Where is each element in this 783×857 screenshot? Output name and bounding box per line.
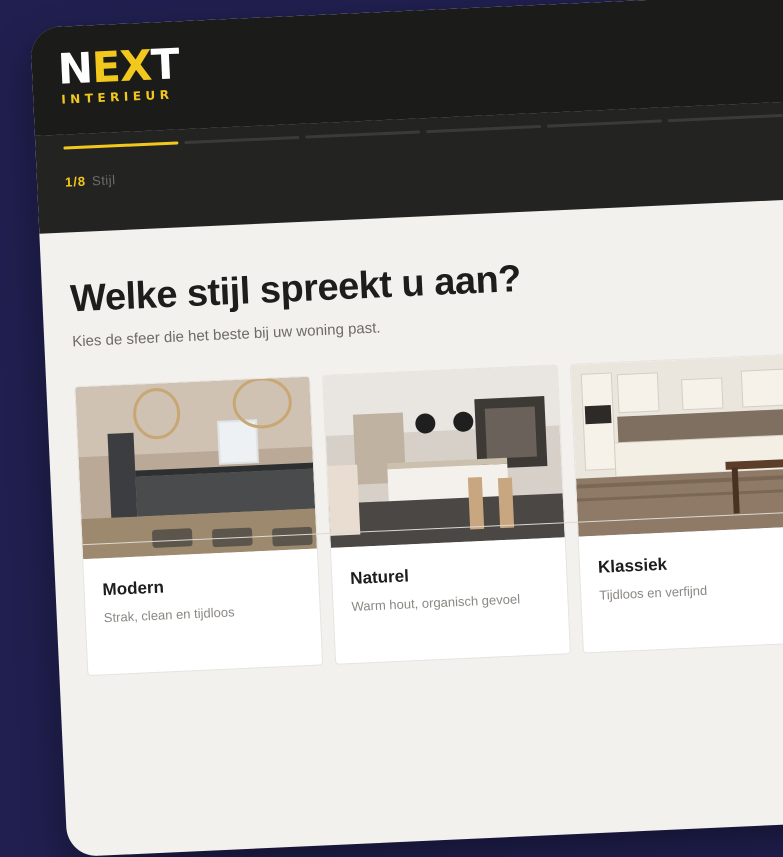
main-content: Welke stijl spreekt u aan? Kies de sfeer… (39, 199, 783, 677)
klassiek-kitchen-photo (570, 354, 783, 537)
logo-wordmark: NEXT (56, 39, 180, 94)
style-options: Modern Strak, clean en tijdloos Naturel … (74, 353, 783, 677)
step-name: Stijl (91, 172, 116, 189)
style-card-naturel[interactable]: Naturel Warm hout, organisch gevoel (322, 364, 571, 665)
brand-logo[interactable]: NEXT INTERIEUR (56, 39, 180, 106)
app-window: NEXT INTERIEUR 1/8 Stijl Welke stijl spre… (30, 0, 783, 857)
progress-segment-4 (426, 124, 542, 134)
progress-segment-2 (184, 135, 300, 145)
step-count: 1/8 (64, 173, 87, 190)
style-card-title: Klassiek (597, 554, 668, 577)
style-card-klassiek[interactable]: Klassiek Tijdloos en verfijnd (569, 353, 783, 654)
style-card-description: Strak, clean en tijdloos (103, 604, 235, 626)
style-card-modern[interactable]: Modern Strak, clean en tijdloos (74, 375, 324, 677)
naturel-kitchen-photo (323, 365, 565, 548)
progress-segment-1 (63, 141, 179, 150)
progress-segment-3 (305, 130, 421, 139)
style-card-title: Modern (102, 577, 165, 600)
modern-kitchen-photo (75, 376, 317, 560)
progress-segment-6 (667, 113, 783, 123)
style-card-title: Naturel (349, 566, 410, 589)
style-card-description: Tijdloos en verfijnd (598, 582, 708, 603)
style-card-description: Warm hout, organisch gevoel (351, 591, 521, 615)
progress-segment-5 (546, 119, 662, 128)
step-indicator: 1/8 Stijl (65, 172, 116, 189)
